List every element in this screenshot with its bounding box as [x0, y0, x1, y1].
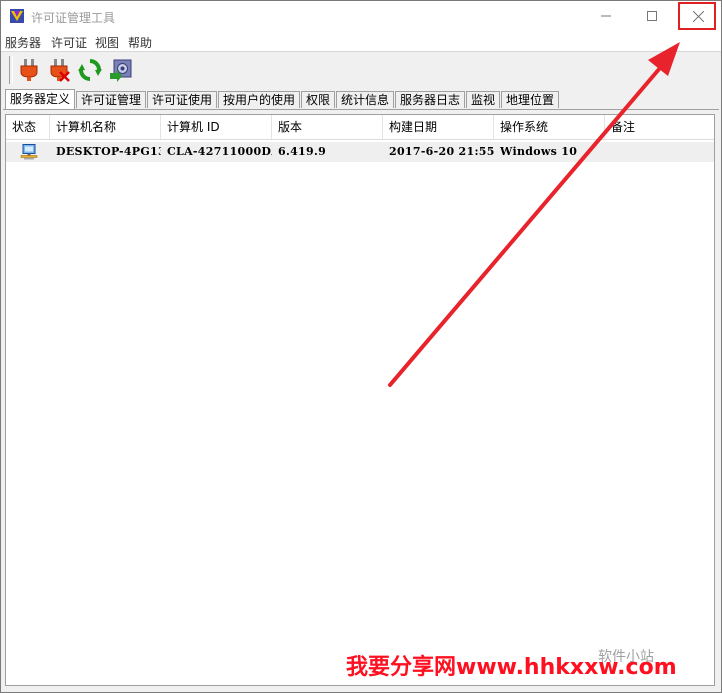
table-row[interactable]: DESKTOP-4PG13UB CLA-42711000DA6 6.419.9 …: [6, 142, 714, 162]
server-list[interactable]: 状态 计算机名称 计算机 ID 版本 构建日期 操作系统 备注 DESKTOP-…: [5, 114, 715, 686]
computer-network-icon: [20, 144, 38, 160]
tab-license-management[interactable]: 许可证管理: [76, 91, 147, 108]
tab-geolocation[interactable]: 地理位置: [501, 91, 560, 108]
column-header-note[interactable]: 备注: [605, 115, 714, 139]
column-header-build-date[interactable]: 构建日期: [383, 115, 494, 139]
column-header-status[interactable]: 状态: [6, 115, 50, 139]
tab-usage-by-user[interactable]: 按用户的使用: [218, 91, 301, 108]
tab-statistics[interactable]: 统计信息: [336, 91, 395, 108]
plug-connect-icon: [20, 59, 38, 81]
tab-strip: 服务器定义 许可证管理 许可证使用 按用户的使用 权限 统计信息 服务器日志 监…: [3, 89, 719, 110]
maximize-button[interactable]: [629, 1, 675, 31]
refresh-icon: [78, 59, 102, 81]
menu-server[interactable]: 服务器: [5, 34, 41, 51]
title-bar[interactable]: 许可证管理工具: [1, 1, 721, 31]
minimize-button[interactable]: [583, 1, 629, 31]
column-header-computer-name[interactable]: 计算机名称: [50, 115, 161, 139]
export-server-button[interactable]: [108, 56, 134, 84]
tab-license-usage[interactable]: 许可证使用: [147, 91, 218, 108]
cell-note: [605, 142, 714, 162]
maximize-icon: [647, 11, 657, 21]
toolbar: [1, 51, 721, 88]
column-header-computer-id[interactable]: 计算机 ID: [161, 115, 272, 139]
minimize-icon: [601, 15, 611, 17]
list-header: 状态 计算机名称 计算机 ID 版本 构建日期 操作系统 备注: [6, 115, 714, 140]
tab-permissions[interactable]: 权限: [301, 91, 336, 108]
toolbar-grip: [9, 56, 13, 84]
app-logo-icon: [10, 9, 24, 23]
watermark-badge: 软件小站: [598, 649, 654, 665]
column-header-os[interactable]: 操作系统: [494, 115, 605, 139]
cell-build-date: 2017-6-20 21:55: [389, 145, 494, 158]
connect-button[interactable]: [16, 56, 42, 84]
cell-computer-id: CLA-42711000DA6: [167, 145, 272, 158]
tab-server-definition[interactable]: 服务器定义: [5, 89, 76, 109]
cell-version: 6.419.9: [278, 145, 327, 158]
license-manager-window: 许可证管理工具 服务器 许可证 视图 帮助 服务器定义 许可证管理 许可证使用 …: [0, 0, 722, 693]
refresh-button[interactable]: [77, 56, 103, 84]
server-export-icon: [110, 59, 132, 82]
menu-help[interactable]: 帮助: [128, 34, 152, 51]
menu-bar: 服务器 许可证 视图 帮助: [1, 31, 721, 51]
plug-disconnect-icon: [50, 59, 70, 82]
window-title: 许可证管理工具: [31, 11, 116, 25]
cell-os: Windows 10: [500, 145, 578, 158]
tab-monitor[interactable]: 监视: [466, 91, 501, 108]
disconnect-button[interactable]: [46, 56, 72, 84]
tab-server-log[interactable]: 服务器日志: [395, 91, 466, 108]
menu-license[interactable]: 许可证: [51, 34, 87, 51]
column-header-version[interactable]: 版本: [272, 115, 383, 139]
cell-computer-name: DESKTOP-4PG13UB: [56, 145, 161, 158]
menu-view[interactable]: 视图: [95, 34, 119, 51]
close-button-highlight-box: [678, 2, 716, 30]
